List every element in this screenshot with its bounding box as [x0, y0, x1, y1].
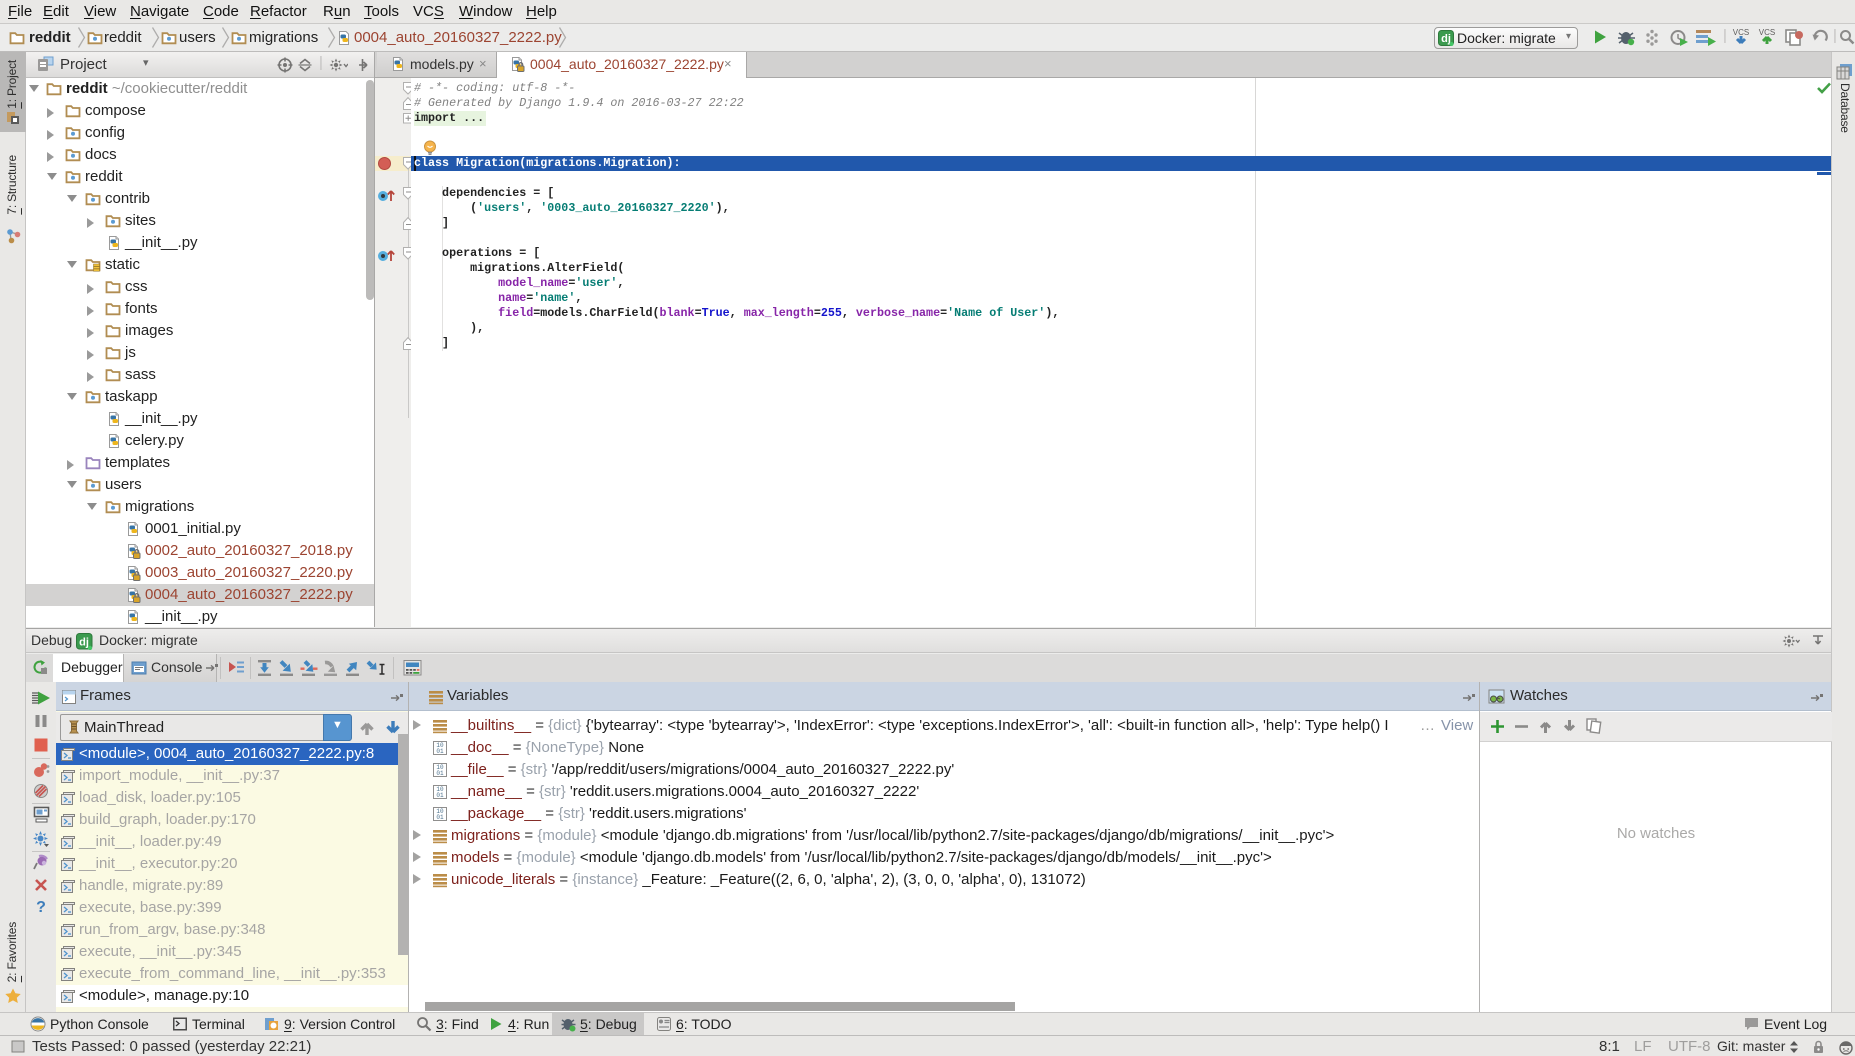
- svg-text:dj: dj: [1441, 33, 1451, 45]
- svg-text:?: ?: [36, 899, 46, 915]
- svg-text:VCS: VCS: [1733, 28, 1749, 37]
- svg-text:VCS: VCS: [1759, 28, 1775, 37]
- svg-text:dj: dj: [79, 637, 89, 649]
